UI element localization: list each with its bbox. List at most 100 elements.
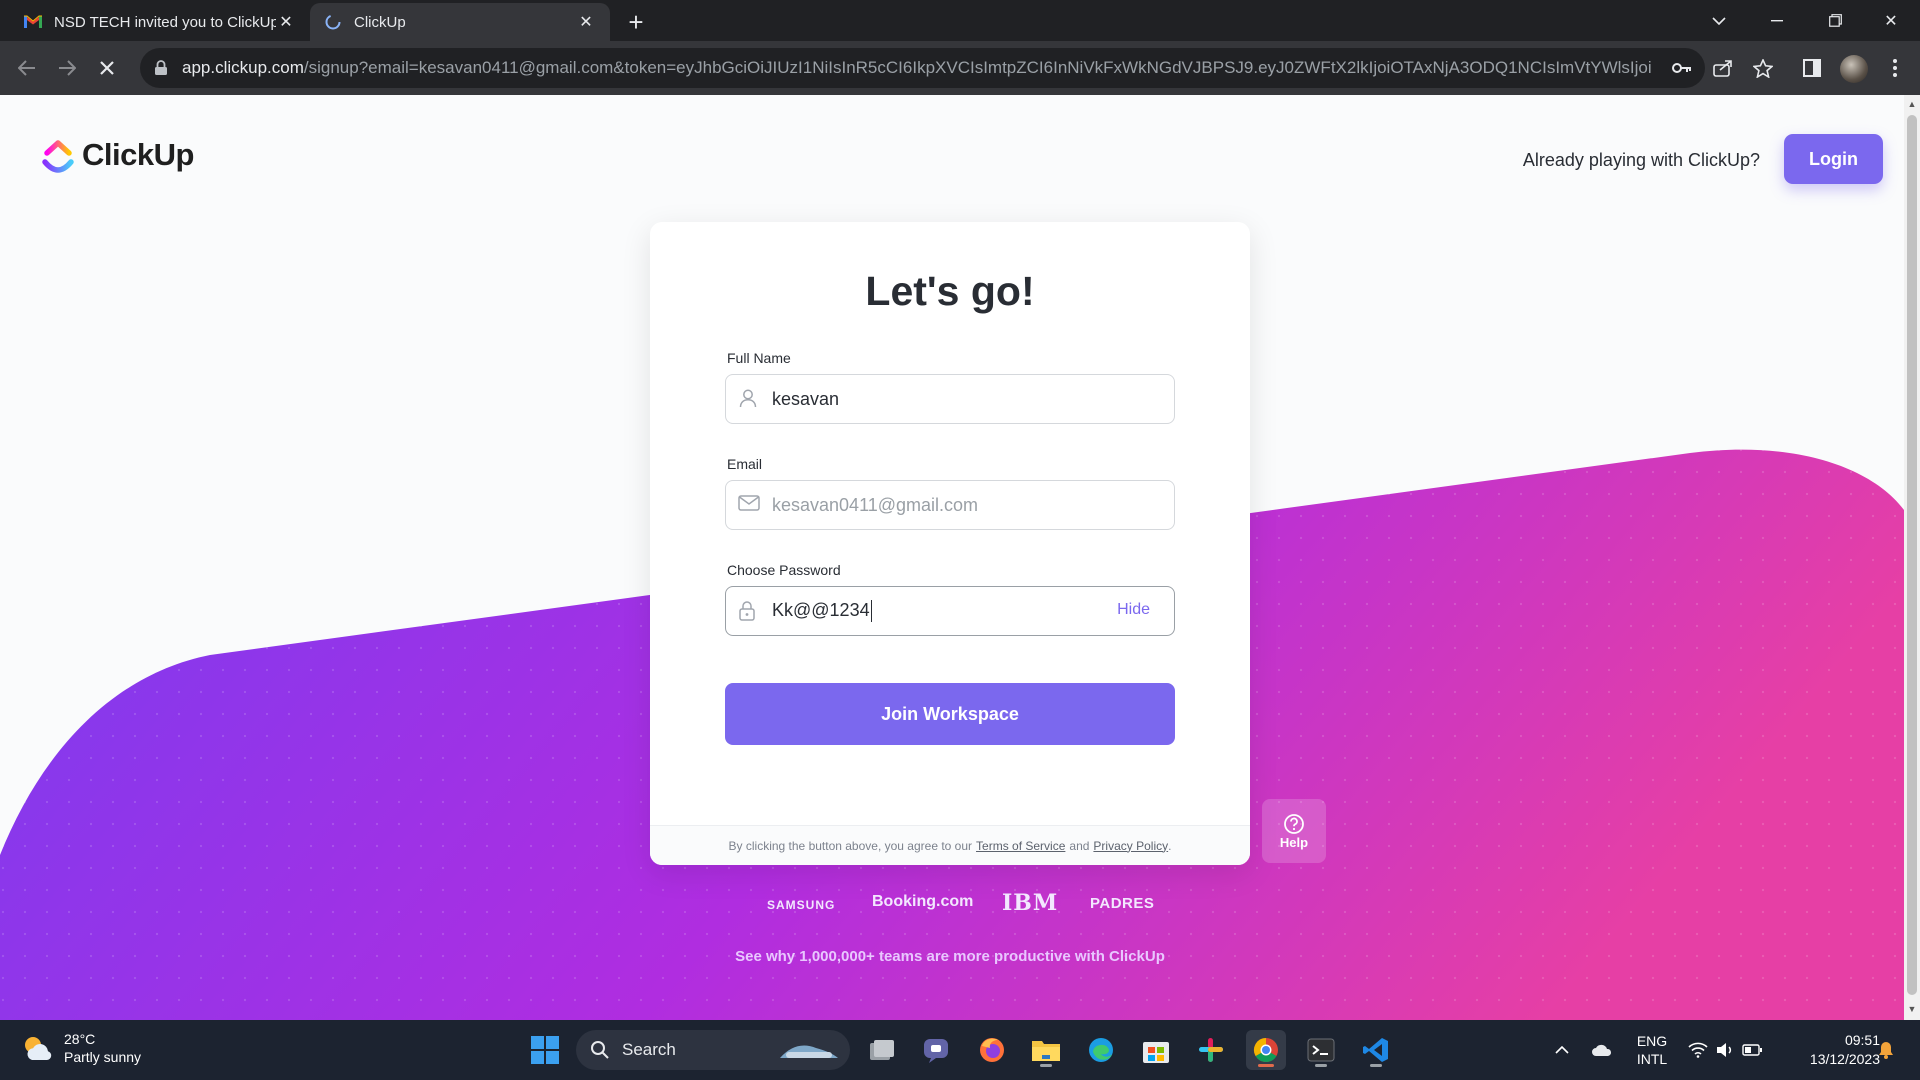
brand-logo-samsung: SAMSUNG: [767, 898, 836, 912]
tagline: See why 1,000,000+ teams are more produc…: [735, 948, 1165, 965]
clock-date: 13/12/2023: [1809, 1051, 1880, 1067]
running-indicator: [1258, 1064, 1274, 1067]
lock-icon[interactable]: [154, 60, 170, 76]
tab-gmail[interactable]: NSD TECH invited you to ClickUp ✕: [10, 3, 310, 41]
restore-icon[interactable]: [1806, 0, 1864, 41]
mail-icon: [738, 494, 760, 516]
tab-clickup[interactable]: ClickUp ✕: [310, 3, 610, 41]
signup-page: ClickUp Already playing with ClickUp? Lo…: [0, 95, 1920, 1020]
clickup-logo-icon: [42, 140, 74, 173]
microsoft-store-icon[interactable]: [1136, 1030, 1176, 1070]
search-highlight-icon: [780, 1045, 838, 1058]
key-icon[interactable]: [1672, 58, 1692, 78]
notification-bell-icon[interactable]: [1872, 1020, 1900, 1080]
login-button[interactable]: Login: [1784, 134, 1883, 184]
scroll-down-icon[interactable]: ▼: [1906, 1003, 1918, 1015]
page-scrollbar[interactable]: ▲ ▼: [1904, 95, 1920, 1020]
url-text: app.clickup.com/signup?email=kesavan0411…: [182, 58, 1652, 77]
weather-widget[interactable]: 28°C Partly sunny: [20, 1030, 141, 1066]
full-name-value: kesavan: [772, 388, 840, 409]
brand-logo-padres: PADRES: [1090, 895, 1155, 912]
language-indicator[interactable]: ENG INTL: [1630, 1020, 1674, 1080]
running-indicator: [1040, 1064, 1052, 1067]
terms-suffix: .: [1168, 838, 1172, 853]
forward-arrow-icon[interactable]: [52, 53, 82, 83]
terms-and: and: [1069, 838, 1090, 853]
full-name-field[interactable]: kesavan: [725, 374, 1175, 424]
lock-icon: [738, 600, 760, 622]
taskbar-search[interactable]: Search: [576, 1030, 850, 1070]
brand-logo-booking: Booking.com: [872, 893, 974, 910]
battery-icon[interactable]: [1740, 1020, 1764, 1080]
volume-icon[interactable]: [1714, 1020, 1736, 1080]
hide-password-link[interactable]: Hide: [1117, 601, 1150, 619]
page-title: Let's go!: [865, 268, 1035, 314]
teams-chat-icon[interactable]: [917, 1030, 957, 1070]
tab-search-chevron-icon[interactable]: [1690, 0, 1748, 41]
wifi-icon[interactable]: [1686, 1020, 1710, 1080]
file-explorer-icon[interactable]: [1026, 1030, 1066, 1070]
minimize-icon[interactable]: [1748, 0, 1806, 41]
clock-time: 09:51: [1844, 1032, 1880, 1048]
terms-prefix: By clicking the button above, you agree …: [728, 838, 973, 853]
lang-top: ENG: [1636, 1033, 1668, 1049]
email-value: kesavan0411@gmail.com: [772, 494, 979, 515]
system-clock[interactable]: 09:51 13/12/2023: [1780, 1031, 1880, 1069]
clickup-logo[interactable]: ClickUp: [42, 137, 194, 173]
signup-card: Let's go! Full Name kesavan Email kesava…: [650, 222, 1250, 865]
windows-taskbar: 28°C Partly sunny Search ENG INTL 09:51 …: [0, 1020, 1920, 1080]
show-hidden-icons-chevron-icon[interactable]: [1550, 1020, 1574, 1080]
side-panel-icon[interactable]: [1797, 53, 1827, 83]
customer-logos: SAMSUNG Booking.com IBM PADRES: [0, 890, 1920, 920]
new-tab-icon[interactable]: +: [620, 7, 652, 37]
close-window-icon[interactable]: ✕: [1862, 0, 1920, 41]
full-name-label: Full Name: [727, 350, 791, 366]
user-icon: [738, 388, 760, 410]
firefox-icon[interactable]: [972, 1030, 1012, 1070]
stop-loading-icon[interactable]: [92, 53, 122, 83]
help-label: Help: [1279, 834, 1309, 850]
running-indicator: [1315, 1064, 1327, 1067]
scrollbar-thumb[interactable]: [1907, 115, 1917, 995]
clickup-loading-icon: [324, 13, 342, 31]
share-icon[interactable]: [1708, 53, 1738, 83]
weather-desc: Partly sunny: [64, 1049, 142, 1065]
weather-temp: 28°C: [64, 1031, 96, 1047]
close-icon[interactable]: ✕: [576, 12, 596, 32]
edge-icon[interactable]: [1081, 1030, 1121, 1070]
profile-avatar[interactable]: [1840, 55, 1868, 83]
chrome-icon[interactable]: [1246, 1030, 1286, 1070]
text-caret: [870, 600, 872, 623]
onedrive-cloud-icon[interactable]: [1588, 1020, 1616, 1080]
bookmark-star-icon[interactable]: [1748, 53, 1778, 83]
password-label: Choose Password: [727, 562, 841, 578]
lang-bottom: INTL: [1636, 1051, 1668, 1067]
vscode-icon[interactable]: [1356, 1030, 1396, 1070]
back-arrow-icon[interactable]: [12, 53, 42, 83]
gmail-icon: [24, 13, 42, 31]
start-button[interactable]: [525, 1030, 565, 1070]
brand-logo-ibm: IBM: [1002, 890, 1059, 916]
already-member-text: Already playing with ClickUp?: [1522, 150, 1760, 170]
scroll-up-icon[interactable]: ▲: [1906, 98, 1918, 110]
task-view-icon[interactable]: [862, 1030, 902, 1070]
logo-text: ClickUp: [82, 137, 194, 172]
partly-sunny-icon: [25, 1037, 52, 1060]
search-label: Search: [622, 1040, 676, 1059]
privacy-policy-link[interactable]: Privacy Policy: [1093, 839, 1168, 853]
email-field[interactable]: kesavan0411@gmail.com: [725, 480, 1175, 530]
tab-title: NSD TECH invited you to ClickUp: [54, 13, 276, 31]
slack-icon[interactable]: [1191, 1030, 1231, 1070]
password-field[interactable]: Kk@@1234 Hide: [725, 586, 1175, 636]
close-icon[interactable]: ✕: [276, 12, 296, 32]
more-menu-icon[interactable]: [1880, 53, 1910, 83]
terms-footer: By clicking the button above, you agree …: [650, 825, 1250, 865]
password-value: Kk@@1234: [772, 600, 872, 623]
help-button[interactable]: Help: [1262, 799, 1326, 863]
browser-toolbar: app.clickup.com/signup?email=kesavan0411…: [0, 41, 1920, 95]
terms-of-service-link[interactable]: Terms of Service: [976, 839, 1065, 853]
join-workspace-button[interactable]: Join Workspace: [725, 683, 1175, 745]
browser-tabstrip: NSD TECH invited you to ClickUp ✕ ClickU…: [0, 0, 1920, 41]
terminal-icon[interactable]: [1301, 1030, 1341, 1070]
address-bar[interactable]: app.clickup.com/signup?email=kesavan0411…: [140, 48, 1705, 88]
